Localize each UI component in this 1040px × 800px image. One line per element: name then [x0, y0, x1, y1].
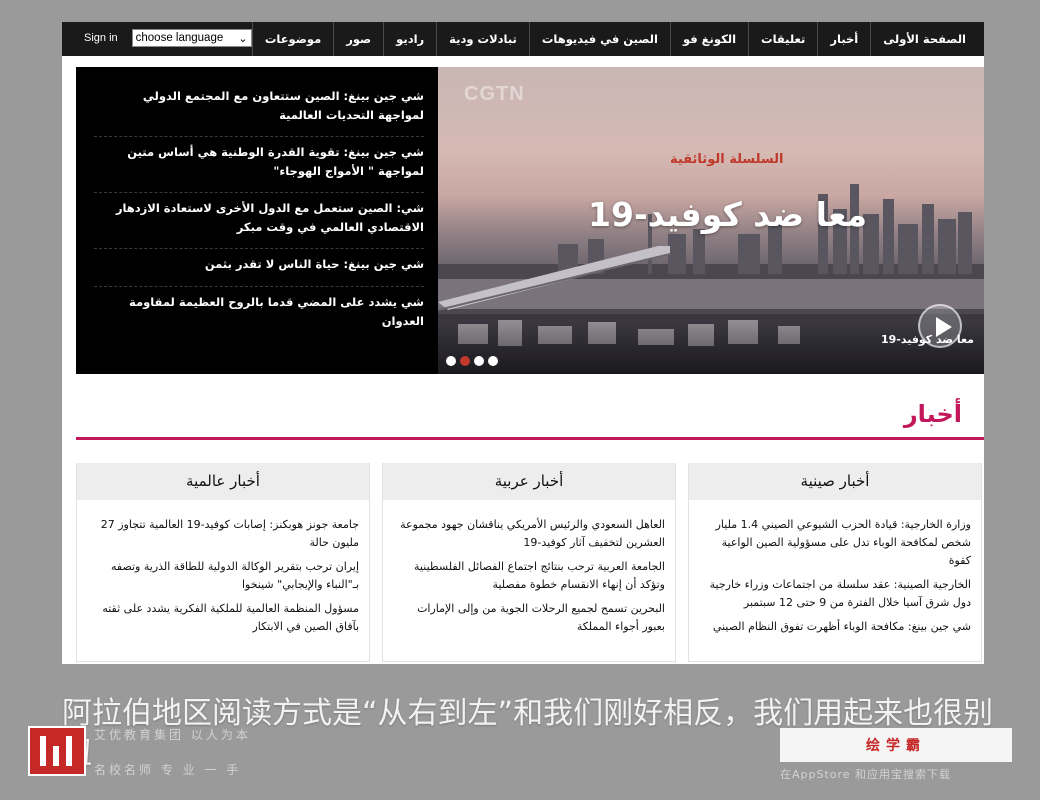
watermark-line: 名校名师 专 业 一 手 — [94, 763, 242, 777]
news-item[interactable]: الجامعة العربية ترحب بنتائج اجتماع الفصا… — [393, 558, 665, 594]
column-title[interactable]: أخبار صينية — [689, 463, 981, 500]
chevron-down-icon: ⌄ — [238, 33, 248, 45]
column-list: جامعة جونز هوبكنز: إصابات كوفيد-19 العال… — [77, 500, 369, 636]
headline-list: شي جين بينغ: الصين ستتعاون مع المجتمع ال… — [76, 67, 438, 374]
news-column-world: أخبار عالمية جامعة جونز هوبكنز: إصابات ك… — [76, 463, 370, 662]
carousel-dot[interactable] — [474, 356, 484, 366]
nav-topics[interactable]: موضوعات — [251, 22, 333, 56]
nav-china-videos[interactable]: الصين في فيديوهات — [528, 22, 670, 56]
nav-kungfu[interactable]: الكونغ فو — [669, 22, 748, 56]
headline-item[interactable]: شي: الصين ستعمل مع الدول الأخرى لاستعادة… — [94, 193, 424, 249]
column-title[interactable]: أخبار عربية — [383, 463, 675, 500]
series-label: السلسلة الوثائقية — [670, 152, 784, 167]
nav-radio[interactable]: راديو — [383, 22, 436, 56]
hero-section: شي جين بينغ: الصين ستتعاون مع المجتمع ال… — [76, 67, 984, 374]
news-item[interactable]: مسؤول المنظمة العالمية للملكية الفكرية ي… — [87, 600, 359, 636]
nav-photos[interactable]: صور — [333, 22, 383, 56]
headline-item[interactable]: شي جين بينغ: الصين ستتعاون مع المجتمع ال… — [94, 81, 424, 137]
brand-badge: 绘学霸 — [780, 728, 1012, 762]
column-title[interactable]: أخبار عالمية — [77, 463, 369, 500]
carousel-dot-active[interactable] — [460, 356, 470, 366]
hero-title: معا ضد كوفيد-19 — [588, 195, 868, 234]
carousel-dot[interactable] — [488, 356, 498, 366]
top-navigation: الصفحة الأولى أخبار تعليقات الكونغ فو ال… — [62, 22, 984, 56]
watermark-text: 艾优教育集团 以人为本 名校名师 专 业 一 手 — [94, 726, 251, 778]
nav-tools: Sign in choose language ⌄ — [84, 29, 252, 47]
nav-news[interactable]: أخبار — [817, 22, 870, 56]
news-item[interactable]: الخارجية الصينية: عقد سلسلة من اجتماعات … — [699, 576, 971, 612]
brand-name: 绘学霸 — [866, 738, 926, 754]
nav-comments[interactable]: تعليقات — [748, 22, 817, 56]
news-section-header: أخبار — [76, 394, 984, 440]
watermark-line: 艾优教育集团 以人为本 — [94, 728, 251, 742]
carousel-dots — [446, 356, 498, 366]
news-item[interactable]: العاهل السعودي والرئيس الأمريكي يناقشان … — [393, 516, 665, 552]
brand-logo — [28, 726, 86, 776]
news-item[interactable]: وزارة الخارجية: قيادة الحزب الشيوعي الصي… — [699, 516, 971, 570]
news-column-arab: أخبار عربية العاهل السعودي والرئيس الأمر… — [382, 463, 676, 662]
column-list: وزارة الخارجية: قيادة الحزب الشيوعي الصي… — [689, 500, 981, 636]
news-title[interactable]: أخبار — [76, 394, 962, 434]
language-select[interactable]: choose language ⌄ — [131, 29, 252, 47]
nav-home[interactable]: الصفحة الأولى — [870, 22, 978, 56]
caption-bar — [438, 322, 984, 374]
hero-caption: معا ضد كوفيد-19 — [880, 333, 974, 346]
headline-item[interactable]: شي جين بينغ: تقوية القدرة الوطنية هي أسا… — [94, 137, 424, 193]
news-item[interactable]: إيران ترحب بتقرير الوكالة الدولية للطاقة… — [87, 558, 359, 594]
headline-item[interactable]: شي يشدد على المضي قدما بالروح العظيمة لم… — [94, 287, 424, 343]
cgtn-watermark: CGTN — [464, 83, 525, 105]
language-select-value: choose language — [135, 32, 224, 44]
column-list: العاهل السعودي والرئيس الأمريكي يناقشان … — [383, 500, 675, 636]
logo-icon — [40, 736, 72, 766]
news-item[interactable]: البحرين تسمح لجميع الرحلات الجوية من وإل… — [393, 600, 665, 636]
store-text: 在AppStore 和应用宝搜索下载 — [780, 768, 952, 781]
signin-link[interactable]: Sign in — [84, 32, 118, 44]
hero-image[interactable]: CGTN السلسلة الوثائقية معا ضد كوفيد-19 م… — [438, 67, 984, 374]
carousel-dot[interactable] — [446, 356, 456, 366]
nav-exchanges[interactable]: تبادلات ودية — [436, 22, 529, 56]
headline-item[interactable]: شي جين بينغ: حياة الناس لا تقدر بثمن — [94, 249, 424, 287]
news-item[interactable]: شي جين بينغ: مكافحة الوباء أظهرت تفوق ال… — [699, 618, 971, 636]
webpage: الصفحة الأولى أخبار تعليقات الكونغ فو ال… — [62, 22, 984, 664]
news-column-chinese: أخبار صينية وزارة الخارجية: قيادة الحزب … — [688, 463, 982, 662]
news-item[interactable]: جامعة جونز هوبكنز: إصابات كوفيد-19 العال… — [87, 516, 359, 552]
